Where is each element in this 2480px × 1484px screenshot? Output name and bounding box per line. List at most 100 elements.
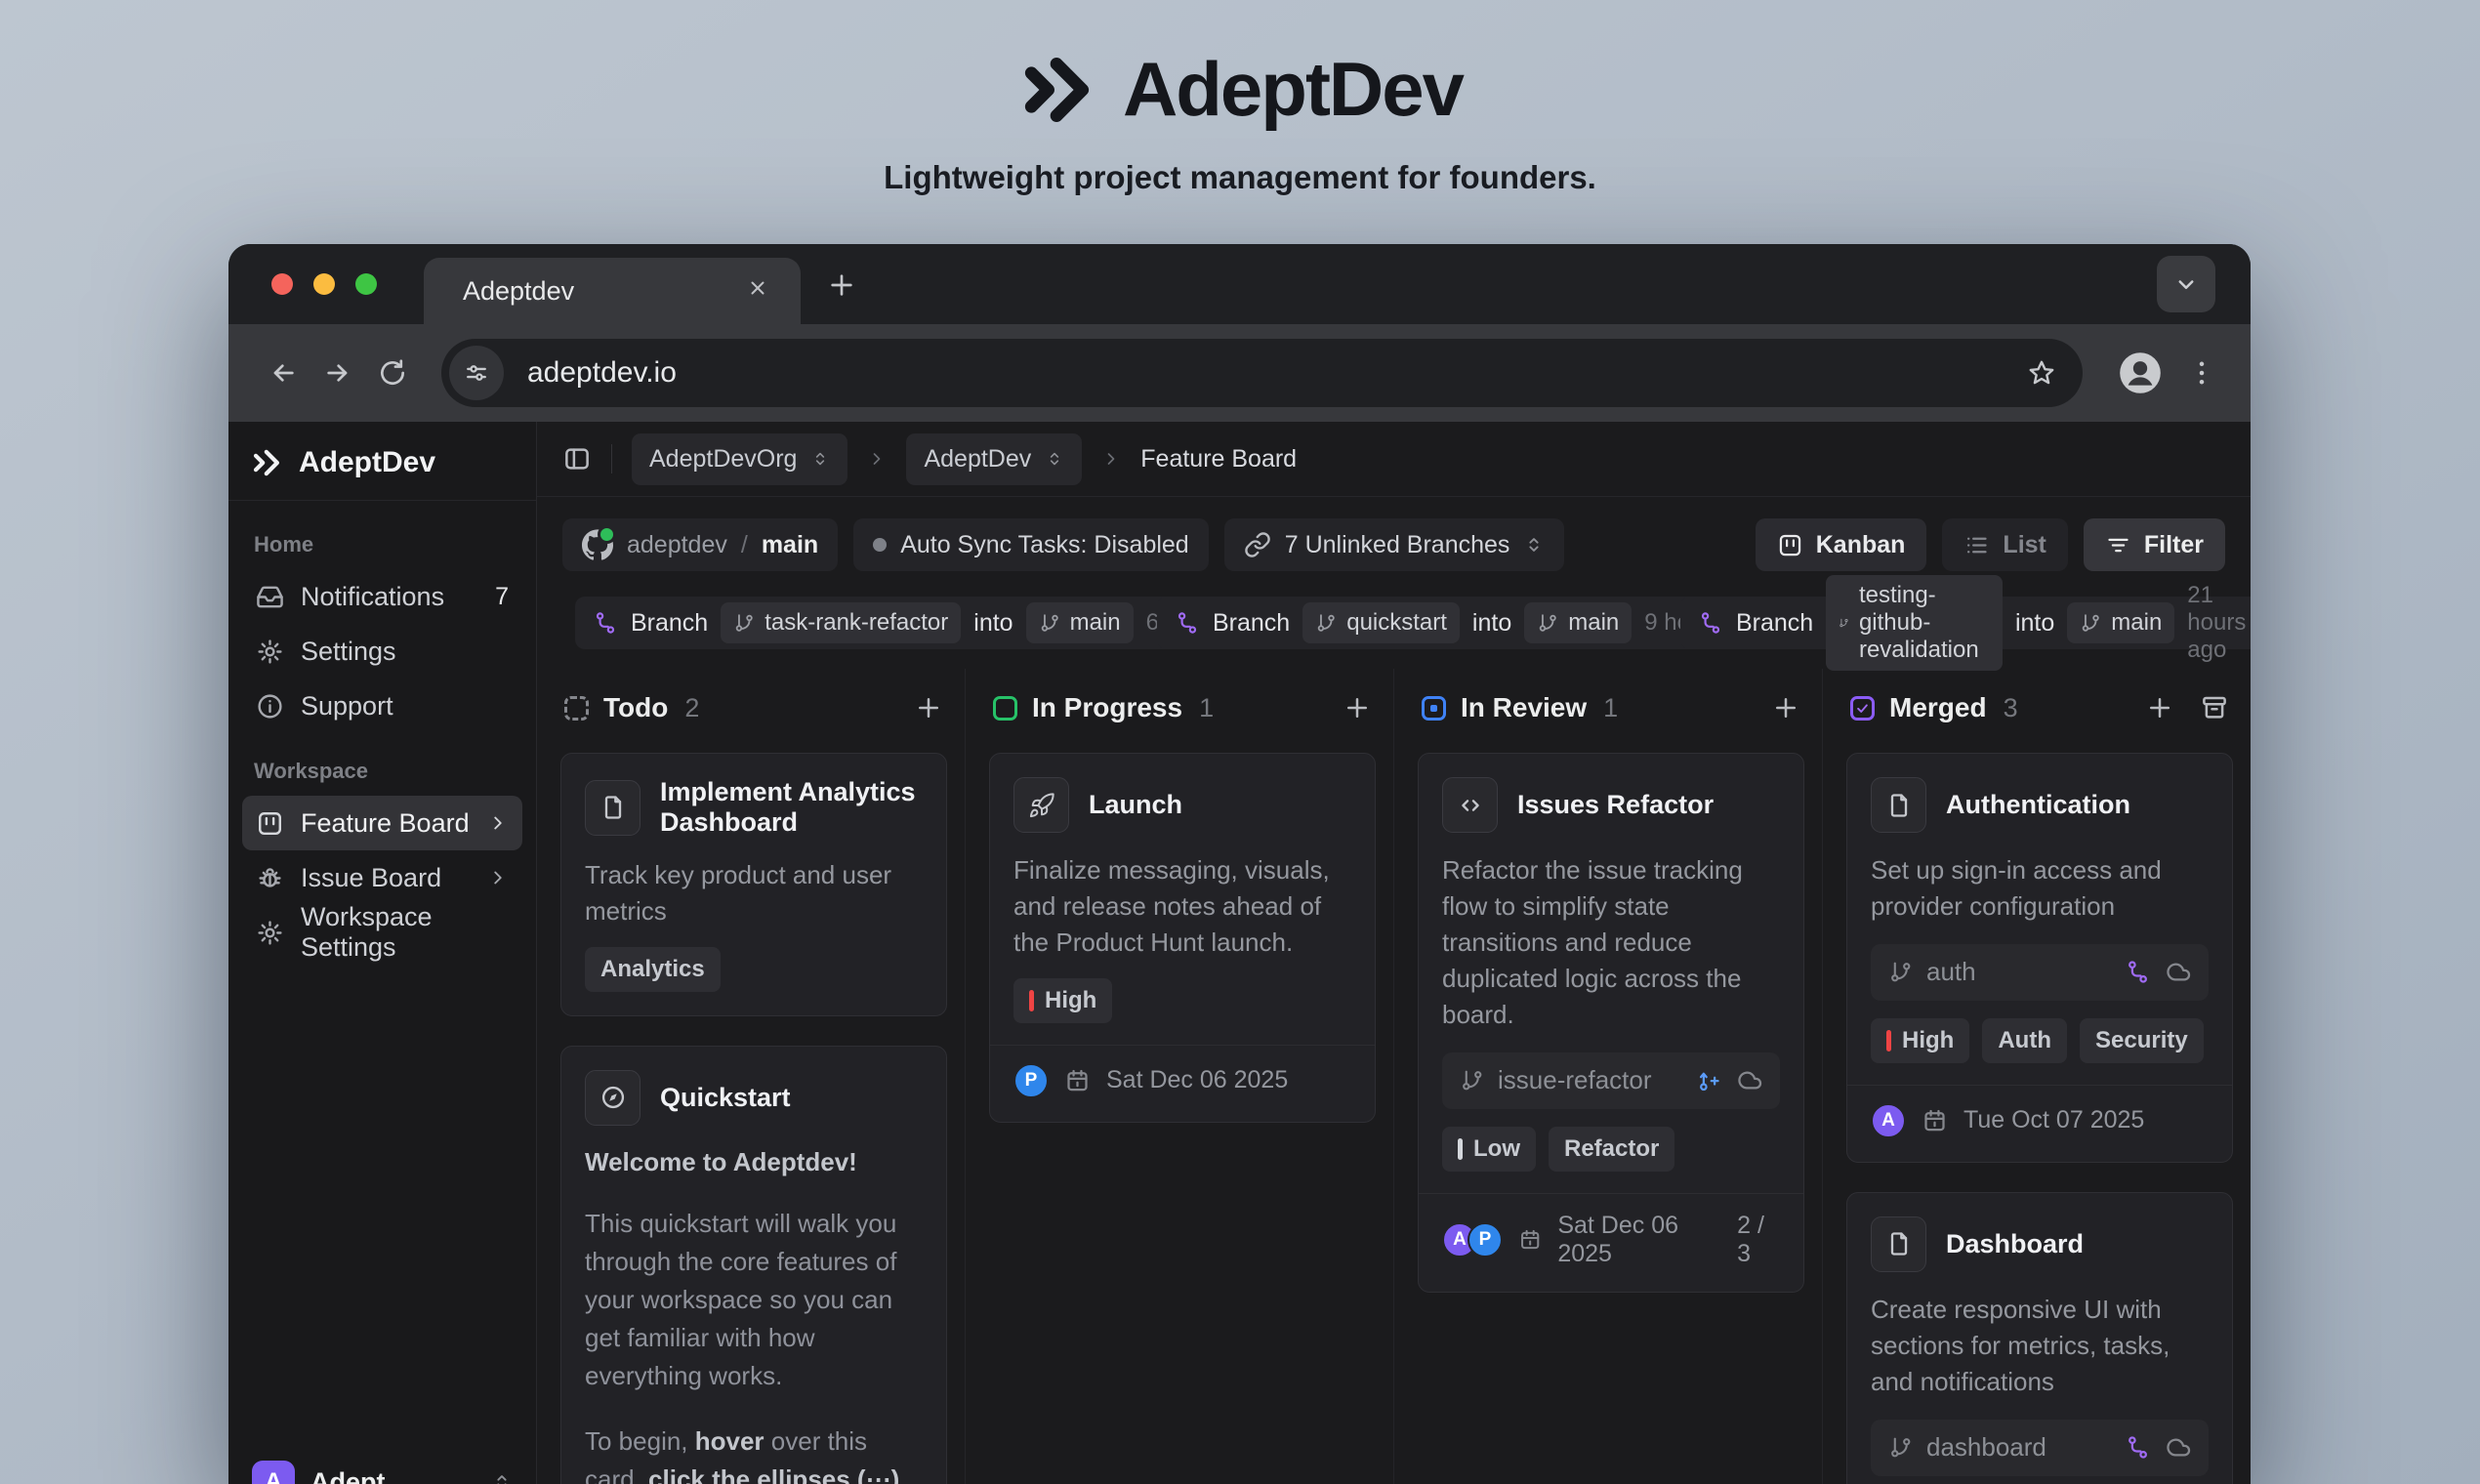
branch-from-pill[interactable]: testing-github-revalidation bbox=[1826, 575, 2003, 671]
maximize-window-button[interactable] bbox=[355, 273, 377, 295]
card-progress: 2 / 3 bbox=[1737, 1212, 1780, 1268]
card-launch[interactable]: Launch Finalize messaging, visuals, and … bbox=[989, 753, 1376, 1123]
window-chevron-button[interactable] bbox=[2157, 256, 2215, 312]
branch-to-pill[interactable]: main bbox=[2067, 602, 2174, 643]
new-tab-button[interactable] bbox=[826, 269, 857, 301]
sidebar-item-issue-board[interactable]: Issue Board bbox=[242, 850, 522, 905]
bookmark-star-icon[interactable] bbox=[2018, 350, 2065, 396]
quickstart-welcome: Welcome to Adeptdev! bbox=[585, 1147, 923, 1177]
column-merged: Merged 3 Authentication bbox=[1822, 669, 2251, 1484]
sidebar-item-label: Workspace Settings bbox=[301, 902, 509, 963]
column-count: 1 bbox=[1199, 693, 1214, 723]
sidebar-item-feature-board[interactable]: Feature Board bbox=[242, 796, 522, 850]
card-implement-analytics[interactable]: Implement Analytics Dashboard Track key … bbox=[560, 753, 947, 1016]
todo-status-icon bbox=[564, 696, 589, 721]
priority-tag-low: Low bbox=[1442, 1127, 1536, 1172]
column-count: 2 bbox=[684, 693, 699, 723]
adeptdev-sidebar-logo-icon bbox=[250, 445, 285, 480]
reload-button[interactable] bbox=[365, 346, 420, 400]
in-review-status-icon bbox=[1422, 696, 1446, 721]
forward-button[interactable] bbox=[310, 346, 365, 400]
branch-from-pill[interactable]: quickstart bbox=[1302, 602, 1460, 643]
card-authentication[interactable]: Authentication Set up sign-in access and… bbox=[1846, 753, 2233, 1163]
sidebar-item-workspace-settings[interactable]: Workspace Settings bbox=[242, 905, 522, 960]
browser-profile-avatar[interactable] bbox=[2114, 347, 2167, 399]
column-header: Todo 2 bbox=[560, 692, 947, 723]
view-list-button[interactable]: List bbox=[1942, 518, 2067, 571]
minimize-window-button[interactable] bbox=[313, 273, 335, 295]
sidebar-toggle-icon[interactable] bbox=[562, 444, 592, 474]
sidebar-user-menu[interactable]: A Adept bbox=[244, 1455, 520, 1484]
user-avatar: A bbox=[252, 1461, 295, 1484]
cloud-icon[interactable] bbox=[2165, 959, 2191, 985]
cloud-icon[interactable] bbox=[1736, 1067, 1762, 1093]
branch-to-pill[interactable]: main bbox=[1524, 602, 1632, 643]
repo-pill[interactable]: adeptdev / main bbox=[562, 518, 838, 571]
file-icon bbox=[1871, 777, 1926, 833]
card-branch-link[interactable]: auth bbox=[1871, 944, 2209, 1001]
column-title: In Review bbox=[1461, 692, 1587, 723]
branch-event-label: Branch bbox=[1736, 609, 1813, 638]
card-issues-refactor[interactable]: Issues Refactor Refactor the issue track… bbox=[1418, 753, 1804, 1293]
assignee-avatar: A bbox=[1871, 1103, 1906, 1138]
branch-name: issue-refactor bbox=[1498, 1065, 1682, 1095]
branch-event[interactable]: Branch testing-github-revalidation into … bbox=[1680, 597, 2251, 649]
git-branch-icon bbox=[1888, 960, 1913, 984]
tag-auth: Auth bbox=[1982, 1018, 2067, 1063]
column-count: 1 bbox=[1603, 693, 1618, 723]
card-dashboard[interactable]: Dashboard Create responsive UI with sect… bbox=[1846, 1192, 2233, 1484]
browser-tab[interactable]: Adeptdev bbox=[424, 258, 801, 324]
branch-into-label: into bbox=[1472, 609, 1511, 638]
card-branch-link[interactable]: dashboard bbox=[1871, 1420, 2209, 1476]
sidebar-item-notifications[interactable]: Notifications 7 bbox=[242, 569, 522, 624]
branch-from-name: task-rank-refactor bbox=[765, 609, 948, 637]
sidebar-item-label: Issue Board bbox=[301, 863, 441, 893]
tag-analytics: Analytics bbox=[585, 947, 721, 992]
cloud-icon[interactable] bbox=[2165, 1434, 2191, 1461]
sidebar-item-support[interactable]: Support bbox=[242, 679, 522, 733]
breadcrumb-org-selector[interactable]: AdeptDevOrg bbox=[632, 433, 847, 485]
user-name: Adept bbox=[310, 1467, 475, 1484]
sidebar: AdeptDev Home Notifications 7 Settings S… bbox=[228, 422, 537, 1484]
site-settings-icon[interactable] bbox=[449, 346, 504, 400]
git-branch-icon bbox=[1537, 612, 1558, 634]
sync-status-pill[interactable]: Auto Sync Tasks: Disabled bbox=[853, 518, 1209, 571]
branch-to-pill[interactable]: main bbox=[1026, 602, 1134, 643]
breadcrumb-project-selector[interactable]: AdeptDev bbox=[906, 433, 1082, 485]
git-branch-icon bbox=[2080, 612, 2101, 634]
branch-from-pill[interactable]: task-rank-refactor bbox=[721, 602, 961, 643]
git-merge-icon[interactable] bbox=[2125, 1434, 2151, 1461]
add-card-icon[interactable] bbox=[914, 693, 943, 722]
add-card-icon[interactable] bbox=[1771, 693, 1800, 722]
filter-button[interactable]: Filter bbox=[2084, 518, 2225, 571]
git-merge-icon[interactable] bbox=[2125, 959, 2151, 985]
gear-icon bbox=[256, 919, 284, 947]
url-bar[interactable]: adeptdev.io bbox=[441, 339, 2083, 407]
column-in-review: In Review 1 Issues Refactor Refacto bbox=[1393, 669, 1822, 1484]
view-list-label: List bbox=[2003, 531, 2046, 559]
view-kanban-button[interactable]: Kanban bbox=[1756, 518, 1927, 571]
card-title: Authentication bbox=[1946, 790, 2130, 820]
pull-request-add-icon[interactable] bbox=[1696, 1067, 1722, 1093]
filter-label: Filter bbox=[2144, 531, 2204, 559]
main-area: AdeptDevOrg AdeptDev Feature Board bbox=[537, 422, 2251, 1484]
close-window-button[interactable] bbox=[271, 273, 293, 295]
tab-close-icon[interactable] bbox=[746, 276, 775, 306]
sidebar-logo[interactable]: AdeptDev bbox=[228, 422, 536, 501]
back-button[interactable] bbox=[256, 346, 310, 400]
unlinked-branches-pill[interactable]: 7 Unlinked Branches bbox=[1224, 518, 1565, 571]
browser-window: Adeptdev adeptdev.io AdeptDev Home bbox=[228, 244, 2251, 1484]
column-in-progress: In Progress 1 Launch Finalize messa bbox=[965, 669, 1393, 1484]
column-title: Todo bbox=[603, 692, 668, 723]
card-quickstart[interactable]: Quickstart Welcome to Adeptdev! This qui… bbox=[560, 1046, 947, 1484]
browser-menu-icon[interactable] bbox=[2180, 351, 2223, 394]
card-due-date: Sat Dec 06 2025 bbox=[1106, 1066, 1288, 1094]
add-card-icon[interactable] bbox=[1343, 693, 1372, 722]
priority-bar bbox=[1886, 1030, 1891, 1051]
archive-icon[interactable] bbox=[2200, 693, 2229, 722]
file-icon bbox=[1871, 1216, 1926, 1272]
add-card-icon[interactable] bbox=[2145, 693, 2174, 722]
card-description: Create responsive UI with sections for m… bbox=[1871, 1292, 2209, 1400]
sidebar-item-settings[interactable]: Settings bbox=[242, 624, 522, 679]
card-branch-link[interactable]: issue-refactor bbox=[1442, 1052, 1780, 1109]
